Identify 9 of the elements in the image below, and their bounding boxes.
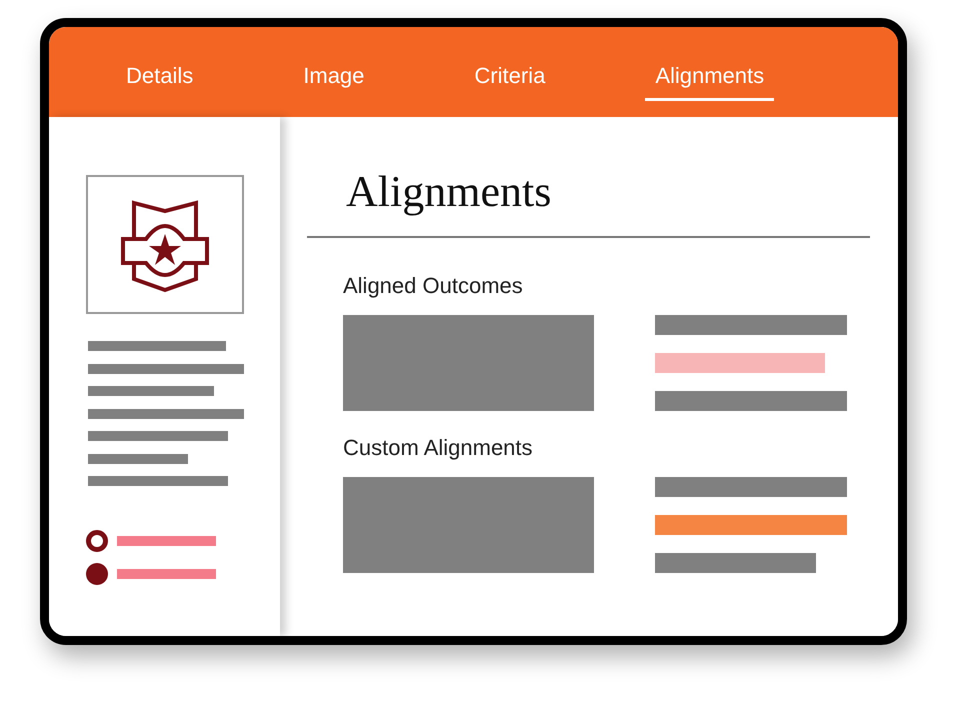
tab[interactable]: Alignments [645, 63, 774, 101]
section-heading: Aligned Outcomes [343, 275, 523, 297]
page-heading: Alignments [346, 170, 552, 214]
ring-icon [86, 530, 108, 552]
dot-icon [86, 563, 108, 585]
tab[interactable]: Criteria [464, 63, 556, 101]
tab[interactable]: Image [293, 63, 374, 101]
section-heading: Custom Alignments [343, 437, 533, 459]
tab[interactable]: Details [116, 63, 204, 101]
